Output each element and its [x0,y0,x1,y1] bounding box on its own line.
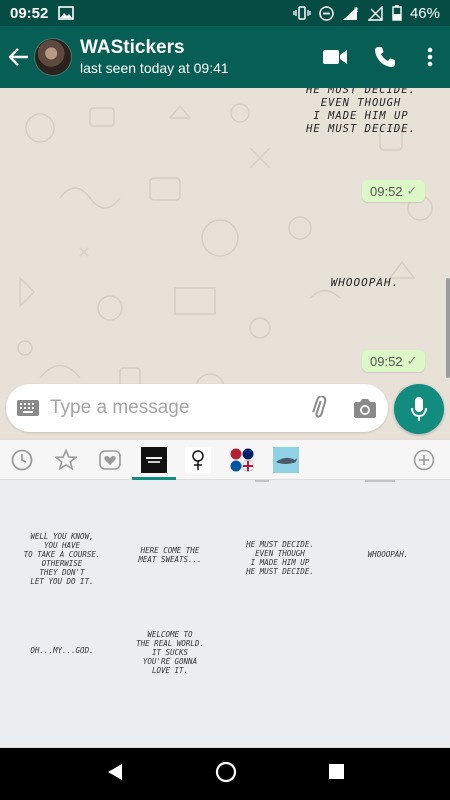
chat-header: WAStickers last seen today at 09:41 [0,26,450,88]
avatar[interactable] [34,38,72,76]
attach-button[interactable] [296,396,342,420]
status-time: 09:52 [10,4,49,22]
contact-info[interactable]: WAStickers last seen today at 09:41 [80,37,229,77]
keyboard-toggle-button[interactable] [6,400,50,416]
voice-record-button[interactable] [394,384,444,434]
double-check-icon: ✓ [406,183,418,198]
square-recents-icon [328,764,344,779]
nav-home-button[interactable] [215,761,237,788]
tab-sticker-pack-3[interactable] [220,440,264,480]
arrow-back-icon [9,48,28,66]
sticker-item[interactable]: WELCOME TO THE REAL WORLD. IT SUCKS YOU'… [120,630,220,675]
video-camera-icon [323,50,347,64]
nav-back-button[interactable] [106,763,124,786]
tab-recent[interactable] [0,440,44,480]
sticker-grid: WELL YOU KNOW, YOU HAVE TO TAKE A COURSE… [0,480,450,747]
tab-favorites[interactable] [44,440,88,480]
more-options-button[interactable] [410,26,450,88]
keyboard-icon [17,400,39,416]
back-button[interactable] [4,26,34,88]
signal-icon: R [342,6,360,21]
message-timestamp: 09:52 [370,183,403,199]
chat-title: WAStickers [80,37,185,58]
sticker-message[interactable]: HE MUST DECIDE. EVEN THOUGH I MADE HIM U… [296,88,426,136]
tab-sticker-pack-1[interactable] [132,440,176,480]
circle-home-icon [215,761,236,782]
star-icon [55,448,77,471]
message-input[interactable] [50,397,296,419]
chat-scrollbar[interactable] [446,278,450,378]
status-bar: 09:52 R 46% [0,0,450,26]
phone-icon [375,47,395,67]
microphone-icon [411,397,427,421]
dnd-icon [319,5,334,21]
image-icon [58,6,75,20]
sticker-message[interactable]: WHOOOPAH. [310,276,420,289]
tab-loved[interactable] [88,440,132,480]
no-sim-icon [367,5,384,21]
voice-call-button[interactable] [360,26,410,88]
tab-sticker-pack-2[interactable] [176,440,220,480]
message-composer [6,384,388,432]
battery-icon [392,5,402,21]
sticker-item[interactable]: HERE COME THE MEAT SWEATS... [120,546,220,564]
camera-icon [354,399,376,418]
sticker-tab-bar [0,440,450,480]
sticker-pack-thumbnail [230,448,254,472]
triangle-back-icon [107,763,122,780]
last-seen-status: last seen today at 09:41 [80,60,229,76]
system-navigation-bar [0,748,450,800]
sticker-partial-row [255,480,395,482]
sticker-pack-thumbnail [141,446,167,473]
message-timestamp: 09:52 [370,353,403,369]
battery-level: 46% [409,4,440,22]
add-circle-icon [413,449,435,470]
sticker-item[interactable]: OH...MY...GOD. [12,646,112,655]
add-sticker-pack-button[interactable] [402,440,446,480]
vibrate-icon [293,6,311,20]
sticker-item[interactable]: WELL YOU KNOW, YOU HAVE TO TAKE A COURSE… [12,532,112,586]
more-vert-icon [427,47,433,67]
message-time: 09:52 ✓ [362,180,426,202]
svg-text:R: R [354,8,359,14]
double-check-icon: ✓ [406,353,418,368]
video-call-button[interactable] [310,26,360,88]
sticker-item[interactable]: WHOOOPAH. [338,550,438,559]
heart-icon [99,449,121,470]
sticker-item[interactable]: HE MUST DECIDE. EVEN THOUGH I MADE HIM U… [230,540,330,576]
sticker-pack-thumbnail [185,446,211,473]
clock-icon [11,449,33,470]
tab-sticker-pack-4[interactable] [264,440,308,480]
camera-button[interactable] [342,398,388,418]
sticker-pack-thumbnail [273,446,299,473]
nav-recents-button[interactable] [328,763,345,785]
message-time: 09:52 ✓ [362,350,426,372]
paperclip-icon [312,396,327,418]
